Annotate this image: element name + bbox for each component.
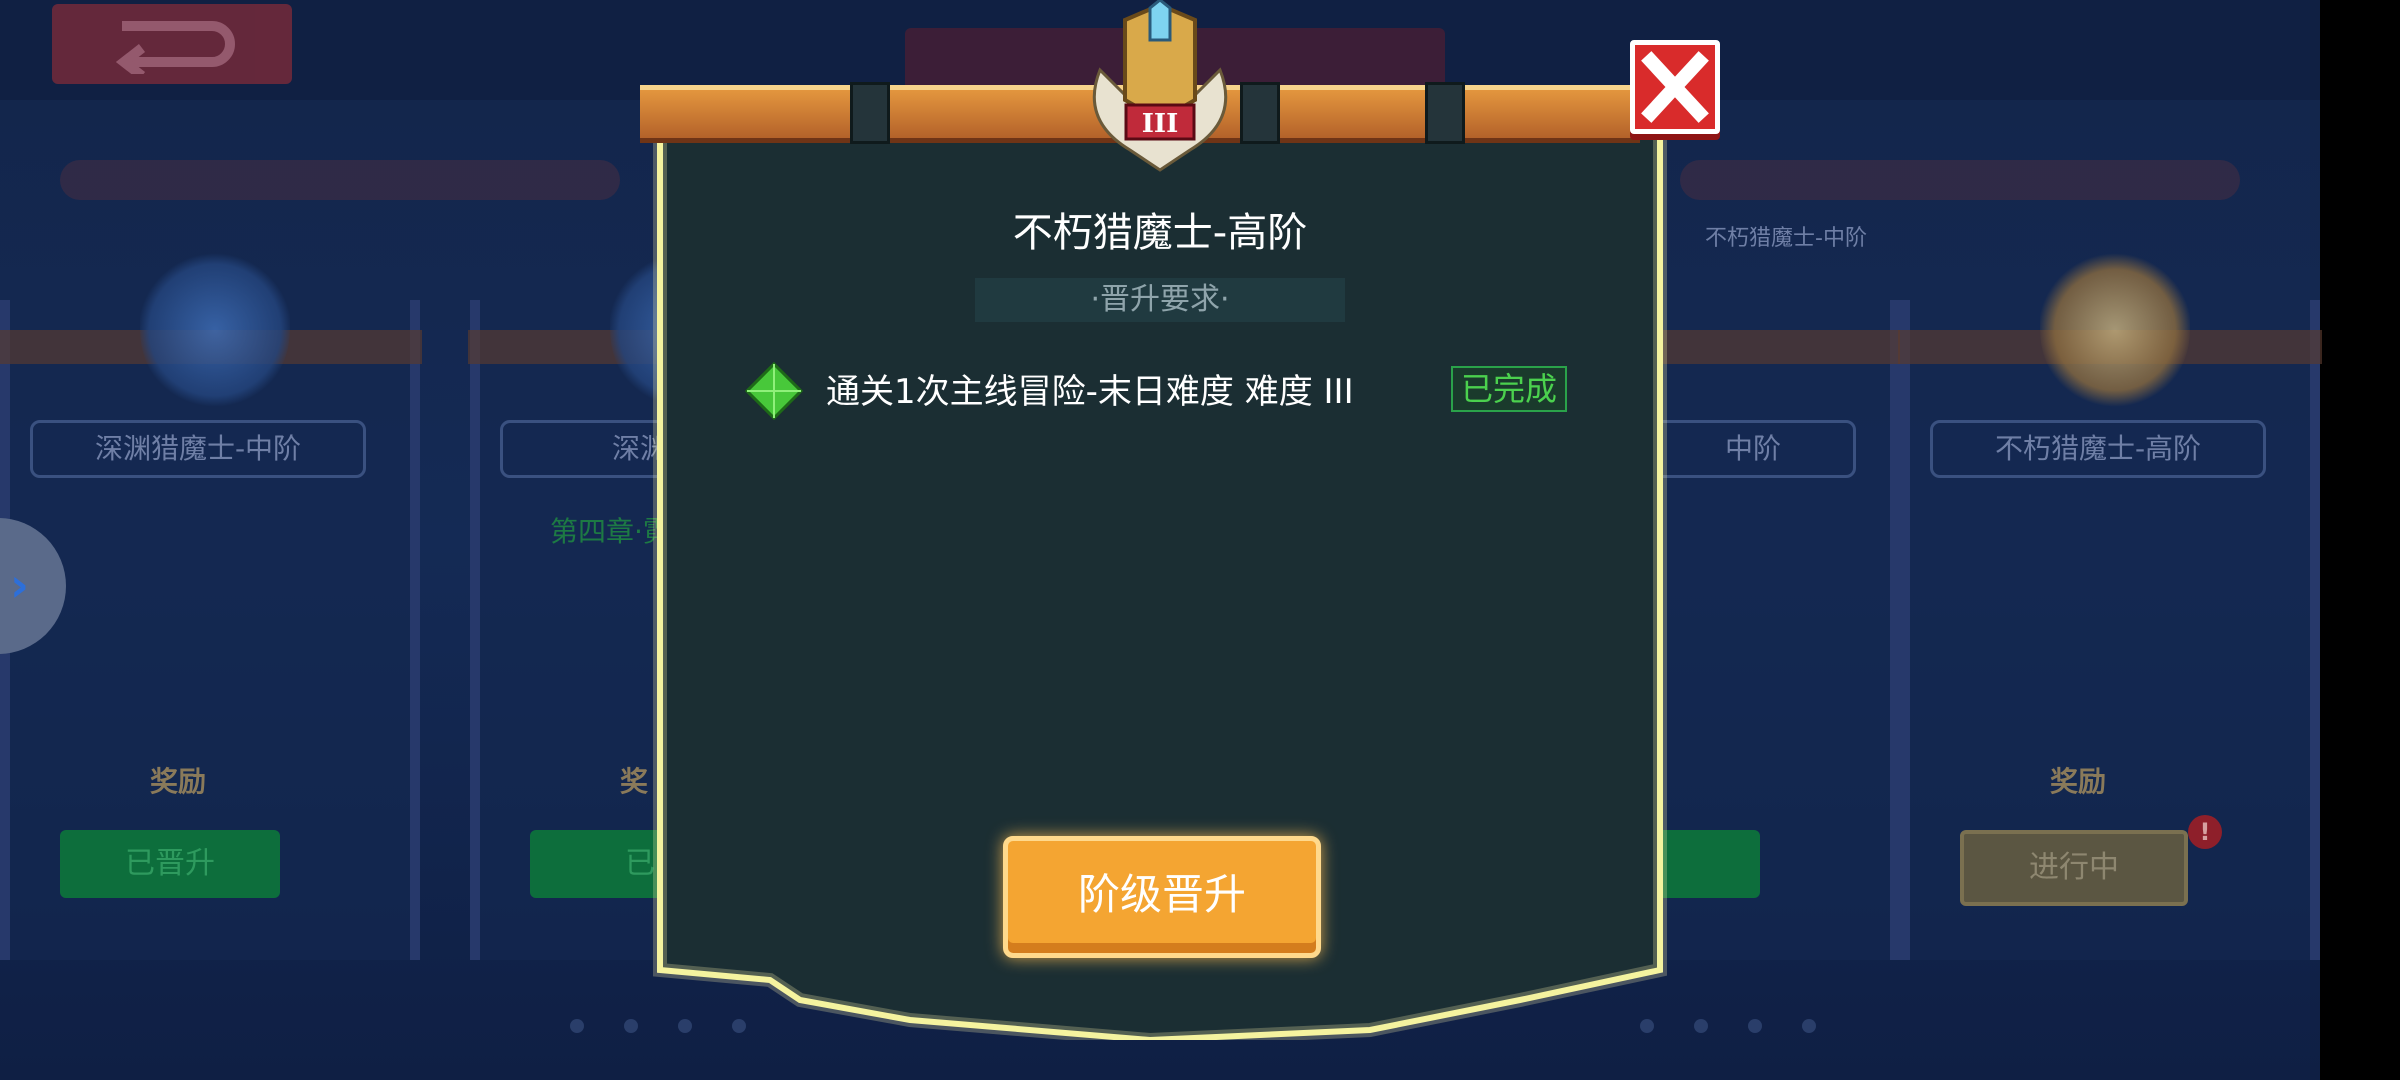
rod-clamp [1425, 82, 1465, 144]
rank-badge-icon [2040, 250, 2190, 410]
page-dots-right [1640, 1018, 1856, 1033]
reward-label: 奖 [620, 765, 649, 798]
screen-edge [2320, 0, 2400, 1080]
requirement-status-badge: 已完成 [1451, 366, 1567, 412]
alert-badge: ! [2188, 815, 2222, 849]
card-name: 深渊猎魔士-中阶 [30, 420, 366, 478]
modal-title: 不朽猎魔士-高阶 [1012, 210, 1308, 256]
requirements-header: ·晋升要求· [975, 278, 1345, 322]
progress-rail-right [1680, 160, 2240, 200]
rank-promote-button[interactable]: 阶级晋升 [1003, 836, 1321, 958]
status-button[interactable]: 进行中 [1960, 830, 2188, 906]
rank-badge-icon [140, 250, 290, 410]
chevron-right-icon: › [10, 558, 29, 612]
status-button[interactable]: 已晋升 [60, 830, 280, 898]
rank-card-4[interactable]: 不朽猎魔士-高阶 奖励 进行中 [1898, 250, 2322, 960]
requirement-text: 通关1次主线冒险-末日难度 难度 III [826, 372, 1354, 412]
rank-emblem-icon: III [1092, 0, 1228, 172]
card-name: 不朽猎魔士-高阶 [1930, 420, 2266, 478]
rank-numeral: III [1142, 109, 1179, 139]
reward-label: 奖励 [2050, 765, 2107, 798]
green-gem-icon [745, 362, 803, 420]
rank-card-1[interactable]: 深渊猎魔士-中阶 奖励 已晋升 [0, 250, 422, 960]
card-name: 中阶 [1650, 420, 1856, 478]
close-x-icon [1641, 51, 1709, 123]
rod-clamp [850, 82, 890, 144]
reward-label: 奖励 [150, 765, 207, 798]
close-button[interactable] [1630, 40, 1720, 134]
back-button[interactable] [52, 4, 292, 84]
stage-label: 不朽猎魔士-中阶 [1705, 226, 1867, 251]
back-arrow-icon [115, 21, 235, 74]
progress-rail-left [60, 160, 620, 200]
